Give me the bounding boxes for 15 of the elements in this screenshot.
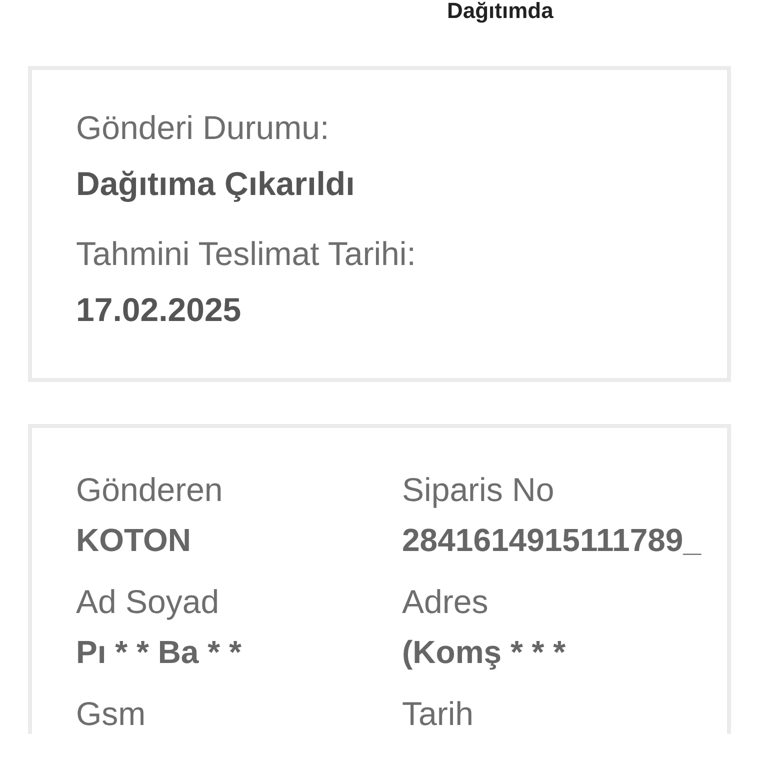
field-value: 2841614915111789_ — [402, 521, 702, 560]
field-value: KOTON — [76, 521, 192, 560]
field-value: 17.02.2025 — [76, 290, 242, 330]
field-label: Gsm — [76, 694, 147, 734]
field-value: Pı * * Ba * * — [76, 633, 242, 672]
field-label: Adres — [402, 582, 490, 622]
field-label: Ad Soyad — [76, 582, 220, 622]
field-value: Dağıtıma Çıkarıldı — [76, 164, 356, 204]
field-label: Tahmini Teslimat Tarihi: — [76, 234, 417, 274]
field-label: Gönderi Durumu: — [76, 108, 330, 148]
field-label: Gönderen — [76, 470, 224, 510]
step-label: Dağıtımda — [447, 0, 554, 22]
field-value: (Komş * * * — [402, 633, 567, 672]
field-label: Tarih — [402, 694, 475, 734]
field-label: Siparis No — [402, 470, 556, 510]
